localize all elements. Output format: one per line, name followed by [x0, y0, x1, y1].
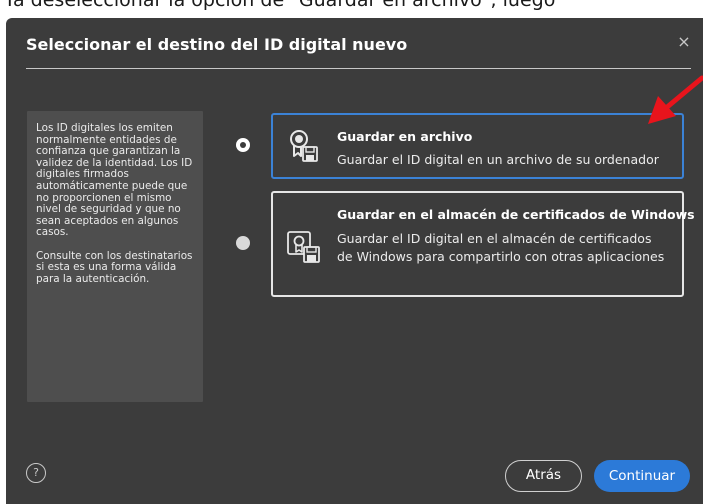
info-paragraph-1: Los ID digitales los emiten normalmente …	[36, 122, 193, 239]
back-button[interactable]: Atrás	[505, 460, 582, 492]
close-button[interactable]: ×	[674, 32, 694, 52]
option-file-description: Guardar el ID digital en un archivo de s…	[337, 152, 659, 167]
title-divider	[26, 68, 691, 69]
option-save-to-file[interactable]: Guardar en archivo Guardar el ID digital…	[271, 113, 684, 179]
help-button[interactable]: ?	[26, 463, 46, 483]
radio-selected-dot	[240, 142, 246, 148]
info-text: Los ID digitales los emiten normalmente …	[36, 122, 198, 297]
digital-id-destination-dialog: Seleccionar el destino del ID digital nu…	[6, 18, 703, 504]
info-paragraph-2: Consulte con los destinatarios si esta e…	[36, 249, 193, 285]
option-windows-title: Guardar en el almacén de certificados de…	[337, 207, 695, 222]
certificate-store-icon	[287, 231, 320, 263]
annotation-arrow-icon	[648, 75, 703, 124]
radio-save-to-file[interactable]	[236, 138, 250, 152]
option-windows-store[interactable]: Guardar en el almacén de certificados de…	[271, 191, 695, 297]
option-windows-description: Guardar el ID digital en el almacén de c…	[337, 231, 665, 264]
radio-windows-store[interactable]	[236, 236, 250, 250]
info-panel: Los ID digitales los emiten normalmente …	[27, 111, 203, 402]
dialog-title: Seleccionar el destino del ID digital nu…	[26, 35, 408, 54]
continue-button[interactable]: Continuar	[594, 460, 690, 492]
option-file-title: Guardar en archivo	[337, 129, 473, 144]
certificate-file-icon	[290, 130, 318, 162]
top-caption-text: Ya deseleccionar la opción de "Guardar e…	[4, 0, 556, 11]
